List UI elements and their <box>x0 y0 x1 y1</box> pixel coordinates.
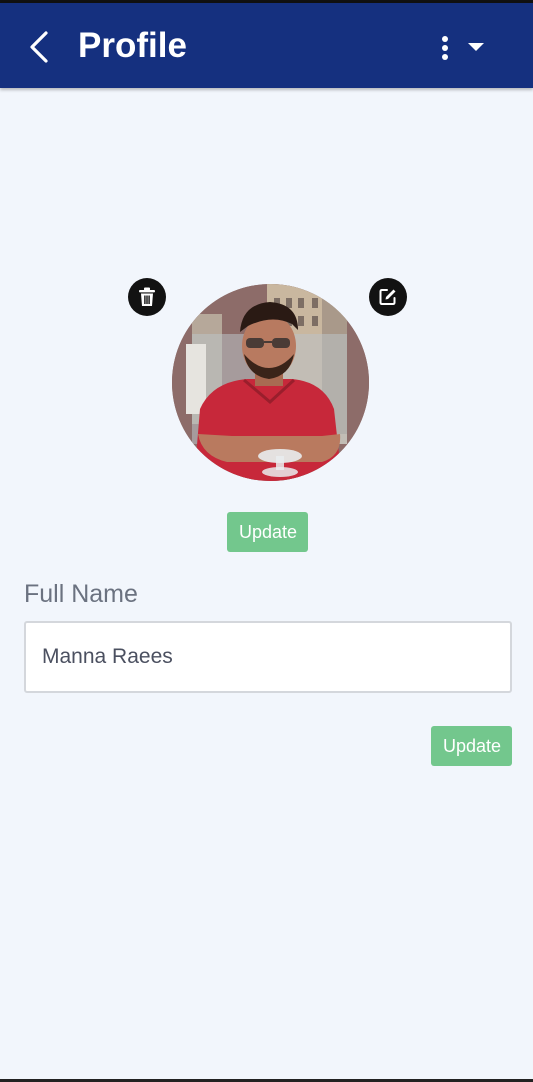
edit-photo-button[interactable] <box>369 278 407 316</box>
update-name-button[interactable]: Update <box>431 726 512 766</box>
caret-down-icon <box>468 43 484 51</box>
chevron-left-icon <box>30 31 48 63</box>
app-bar: Profile <box>0 3 533 88</box>
delete-photo-button[interactable] <box>128 278 166 316</box>
more-options-button[interactable] <box>434 33 456 65</box>
full-name-field-container <box>24 621 512 693</box>
full-name-input[interactable] <box>26 623 510 691</box>
profile-photo <box>172 284 369 481</box>
trash-icon <box>139 287 155 306</box>
full-name-label: Full Name <box>24 580 138 608</box>
profile-screen: Profile Update Full Name Manna Raees Upd… <box>0 0 533 1082</box>
more-vertical-icon <box>442 36 448 60</box>
dropdown-button[interactable] <box>464 39 488 57</box>
edit-square-icon <box>379 289 396 305</box>
back-button[interactable] <box>24 27 56 67</box>
update-photo-button[interactable]: Update <box>227 512 308 552</box>
profile-avatar[interactable] <box>172 284 369 481</box>
page-title: Profile <box>78 26 187 65</box>
